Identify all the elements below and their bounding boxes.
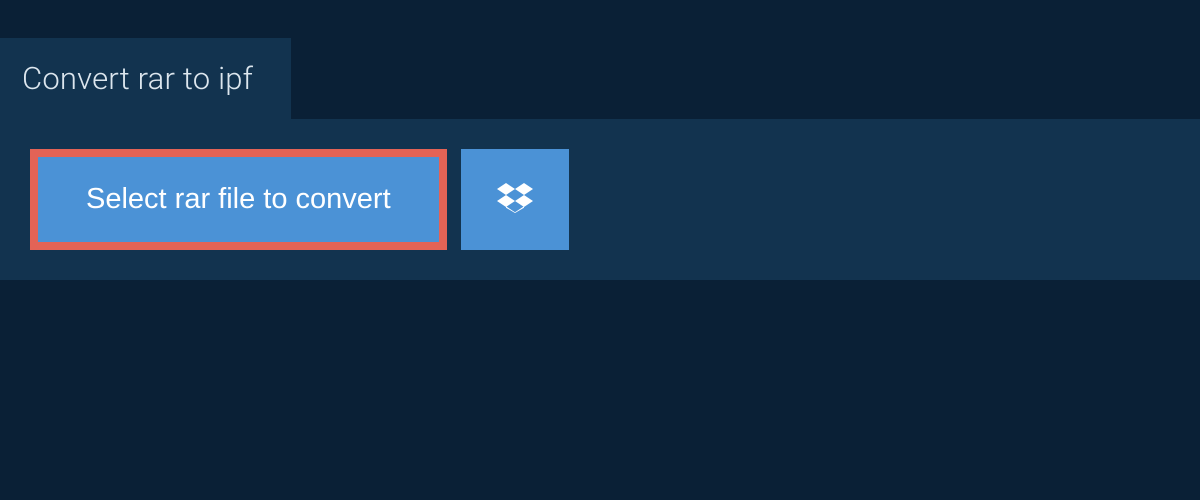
tab-header: Convert rar to ipf [0, 38, 291, 119]
button-row: Select rar file to convert [30, 149, 1170, 250]
select-file-label: Select rar file to convert [86, 183, 391, 216]
page-title: Convert rar to ipf [22, 60, 253, 97]
main-panel: Select rar file to convert [0, 119, 1200, 280]
select-file-button[interactable]: Select rar file to convert [30, 149, 447, 250]
dropbox-icon [497, 180, 533, 219]
dropbox-button[interactable] [461, 149, 569, 250]
